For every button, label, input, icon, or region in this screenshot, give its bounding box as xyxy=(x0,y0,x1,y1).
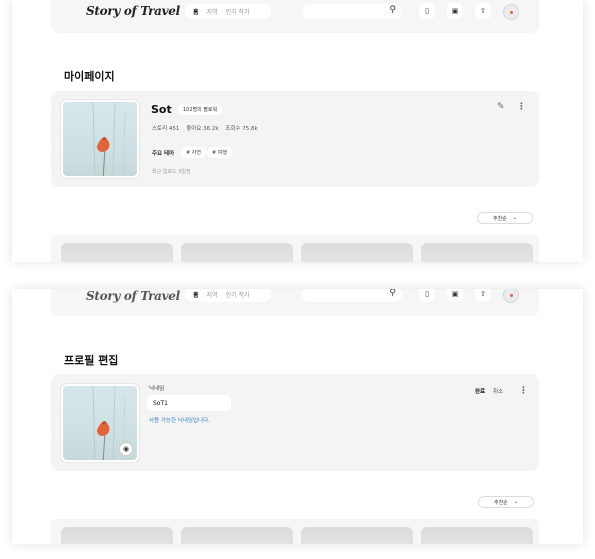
nav-popular-authors[interactable]: 인기 작가 xyxy=(226,7,250,16)
sort-dropdown[interactable]: 추천순 ⌄ xyxy=(477,212,533,224)
bookmark-icon[interactable]: ▯ xyxy=(419,289,435,302)
sort-value: 추천순 xyxy=(492,215,507,222)
profile-photo xyxy=(61,100,139,178)
top-nav-bar: Story of Travel 홈 지역 인기 작가 ⚲ ▯ ▣ ⇧ xyxy=(51,0,539,33)
story-thumbnail[interactable] xyxy=(61,243,173,262)
mypage-card: Story of Travel 홈 지역 인기 작가 ⚲ ▯ ▣ ⇧ 마이페이지… xyxy=(12,0,583,262)
bookmark-icon[interactable]: ▯ xyxy=(419,3,435,19)
nav-pill: 홈 지역 인기 작가 xyxy=(185,4,271,19)
profile-panel: Sot 102명의 팔로워 스토리 451 좋아요 36.2k 조회수 75.8… xyxy=(51,91,539,187)
upload-icon[interactable]: ⇧ xyxy=(475,3,491,19)
story-thumbnail[interactable] xyxy=(181,243,293,262)
upload-icon[interactable]: ⇧ xyxy=(475,289,491,302)
edit-pencil-icon[interactable]: ✎ xyxy=(497,102,505,112)
stat-stories: 스토리 451 xyxy=(152,126,180,132)
nickname-field[interactable]: SoT1 xyxy=(147,395,231,411)
cancel-button[interactable]: 취소 xyxy=(493,387,503,395)
chevron-down-icon: ⌄ xyxy=(512,215,517,221)
profile-edit-card: Story of Travel 홈 지역 인기 작가 ⚲ ▯ ▣ ⇧ 프로필 편… xyxy=(12,289,583,544)
profile-edit-panel: ◉ 닉네임 SoT1 사용 가능한 닉네임입니다. 완료 취소 ⋮ xyxy=(51,374,539,471)
top-nav-bar: Story of Travel 홈 지역 인기 작가 ⚲ ▯ ▣ ⇧ xyxy=(51,289,539,316)
tag-travel[interactable]: # 여행 xyxy=(207,147,232,158)
camera-icon[interactable]: ◉ xyxy=(119,442,133,456)
logo[interactable]: Story of Travel xyxy=(86,289,180,303)
stat-likes: 좋아요 36.2k xyxy=(186,126,219,132)
theme-label: 주요 테마 xyxy=(152,151,175,157)
profile-stats: 스토리 451 좋아요 36.2k 조회수 75.8k xyxy=(152,124,263,132)
nickname-hint: 사용 가능한 닉네임입니다. xyxy=(149,418,210,424)
search-icon[interactable]: ⚲ xyxy=(389,5,396,15)
search-input[interactable]: ⚲ xyxy=(302,4,402,19)
gallery-icon[interactable]: ▣ xyxy=(447,3,463,19)
story-thumbnail[interactable] xyxy=(421,527,533,544)
logo[interactable]: Story of Travel xyxy=(86,4,180,18)
stat-views: 조회수 75.8k xyxy=(225,126,258,132)
profile-photo[interactable]: ◉ xyxy=(61,384,139,462)
nav-region[interactable]: 지역 xyxy=(207,7,218,16)
story-grid xyxy=(51,235,539,262)
profile-name: Sot xyxy=(151,103,172,116)
avatar[interactable] xyxy=(503,4,519,20)
story-thumbnail[interactable] xyxy=(301,243,413,262)
sort-value: 추천순 xyxy=(493,499,508,506)
story-grid xyxy=(51,519,539,544)
nav-home[interactable]: 홈 xyxy=(193,7,199,16)
more-options-icon[interactable]: ⋮ xyxy=(519,387,528,396)
search-icon[interactable]: ⚲ xyxy=(389,289,396,298)
page-title: 프로필 편집 xyxy=(64,354,119,367)
story-thumbnail[interactable] xyxy=(61,527,173,544)
more-options-icon[interactable]: ⋮ xyxy=(517,103,526,112)
nav-pill: 홈 지역 인기 작가 xyxy=(185,289,271,302)
follower-badge[interactable]: 102명의 팔로워 xyxy=(178,104,223,115)
page-title: 마이페이지 xyxy=(64,70,115,83)
nav-home[interactable]: 홈 xyxy=(193,290,199,299)
recent-upload: 최근 업로드 3일전 xyxy=(152,169,191,175)
gallery-icon[interactable]: ▣ xyxy=(447,289,463,302)
nav-region[interactable]: 지역 xyxy=(207,290,218,299)
flower-illustration xyxy=(92,102,126,176)
avatar[interactable] xyxy=(503,289,519,303)
nav-popular-authors[interactable]: 인기 작가 xyxy=(226,290,250,299)
story-thumbnail[interactable] xyxy=(301,527,413,544)
nickname-label: 닉네임 xyxy=(149,386,165,392)
chevron-down-icon: ⌄ xyxy=(513,499,518,505)
tag-nature[interactable]: # 자연 xyxy=(181,147,206,158)
search-input[interactable]: ⚲ xyxy=(302,289,402,302)
sort-dropdown[interactable]: 추천순 ⌄ xyxy=(478,496,534,508)
story-thumbnail[interactable] xyxy=(181,527,293,544)
story-thumbnail[interactable] xyxy=(421,243,533,262)
save-button[interactable]: 완료 xyxy=(475,387,485,395)
